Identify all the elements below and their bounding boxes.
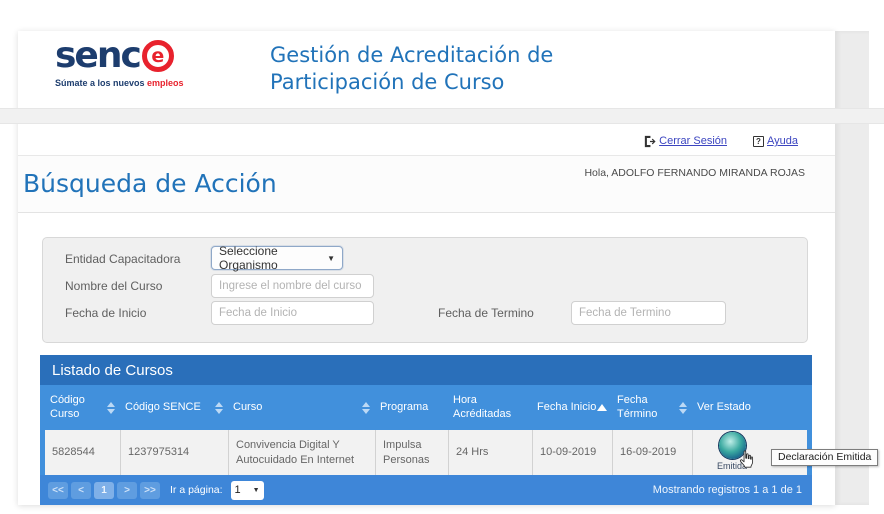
pagination: << < 1 > >> Ir a página: 1 ▼ [48, 481, 264, 500]
column-header-ver-estado[interactable]: Ver Estado [692, 385, 807, 430]
page-title: Búsqueda de Acción [23, 169, 277, 198]
sort-icon [215, 402, 223, 414]
heading-band: Búsqueda de Acción Hola, ADOLFO FERNANDO… [18, 155, 835, 213]
chevron-down-icon: ▼ [327, 254, 335, 263]
logo-e-swirl-icon: e [142, 40, 174, 72]
column-header-fecha-termino[interactable]: Fecha Término [612, 385, 692, 430]
pager-prev-button[interactable]: < [71, 482, 91, 499]
pager-next-button[interactable]: > [117, 482, 137, 499]
course-name-input[interactable] [211, 274, 374, 298]
table-row: 5828544 1237975314 Convivencia Digital Y… [40, 430, 812, 475]
cell-programa: Impulsa Personas [375, 430, 448, 475]
column-header-curso[interactable]: Curso [228, 385, 375, 430]
tooltip: Declaración Emitida [771, 449, 878, 466]
entity-select[interactable]: Seleccione Organismo ▼ [211, 246, 343, 270]
course-name-label: Nombre del Curso [65, 279, 162, 293]
search-form-panel: Entidad Capacitadora Seleccione Organism… [42, 237, 808, 343]
sort-icon [362, 402, 370, 414]
user-greeting: Hola, ADOLFO FERNANDO MIRANDA ROJAS [584, 167, 805, 179]
help-link[interactable]: ? Ayuda [753, 135, 798, 147]
goto-page-label: Ir a página: [170, 484, 223, 496]
sort-ascending-icon [597, 404, 607, 411]
end-date-label: Fecha de Termino [438, 306, 534, 320]
table-footer: << < 1 > >> Ir a página: 1 ▼ Mostrando r… [40, 475, 812, 505]
start-date-input[interactable] [211, 301, 374, 325]
app-title: Gestión de Acreditación de Participación… [270, 42, 553, 96]
logo-wordmark: senc [55, 38, 140, 74]
help-icon: ? [753, 136, 764, 147]
screen: senc e Súmate a los nuevos empleos Gesti… [0, 0, 884, 514]
sort-icon [679, 402, 687, 414]
chevron-down-icon: ▼ [253, 487, 260, 494]
pager-first-button[interactable]: << [48, 482, 68, 499]
pager-page-button[interactable]: 1 [94, 482, 114, 499]
sort-icon [107, 402, 115, 414]
pager-last-button[interactable]: >> [140, 482, 160, 499]
cell-codigo-sence: 1237975314 [120, 430, 228, 475]
cell-horas: 24 Hrs [448, 430, 532, 475]
logout-link[interactable]: Cerrar Sesión [643, 135, 727, 148]
goto-page-select[interactable]: 1 ▼ [231, 481, 264, 500]
cell-curso: Convivencia Digital Y Autocuidado En Int… [228, 430, 375, 475]
header-divider-strip [0, 108, 884, 124]
cell-codigo-curso: 5828544 [45, 430, 120, 475]
column-header-programa[interactable]: Programa [375, 385, 448, 430]
estado-declaracion-button[interactable] [719, 432, 746, 459]
column-header-codigo-sence[interactable]: Código SENCE [120, 385, 228, 430]
column-header-codigo-curso[interactable]: Código Curso [45, 385, 120, 430]
column-header-horas[interactable]: Hora Acréditadas [448, 385, 532, 430]
cell-fecha-inicio: 10-09-2019 [532, 430, 612, 475]
sence-logo: senc e Súmate a los nuevos empleos [55, 38, 265, 88]
table-title: Listado de Cursos [40, 355, 812, 385]
right-gutter [835, 31, 869, 505]
entity-label: Entidad Capacitadora [65, 252, 180, 266]
records-info: Mostrando registros 1 a 1 de 1 [653, 484, 802, 496]
logout-icon [643, 135, 656, 148]
start-date-label: Fecha de Inicio [65, 306, 146, 320]
column-header-fecha-inicio[interactable]: Fecha Inicio [532, 385, 612, 430]
cell-fecha-termino: 16-09-2019 [612, 430, 692, 475]
hand-cursor-icon [738, 450, 756, 469]
table-header-row: Código Curso Código SENCE Curso Programa… [40, 385, 812, 430]
course-list-panel: Listado de Cursos Código Curso Código SE… [40, 355, 812, 505]
logo-tagline: Súmate a los nuevos empleos [55, 78, 265, 88]
end-date-input[interactable] [571, 301, 726, 325]
toolbar: Cerrar Sesión ? Ayuda [18, 129, 818, 153]
